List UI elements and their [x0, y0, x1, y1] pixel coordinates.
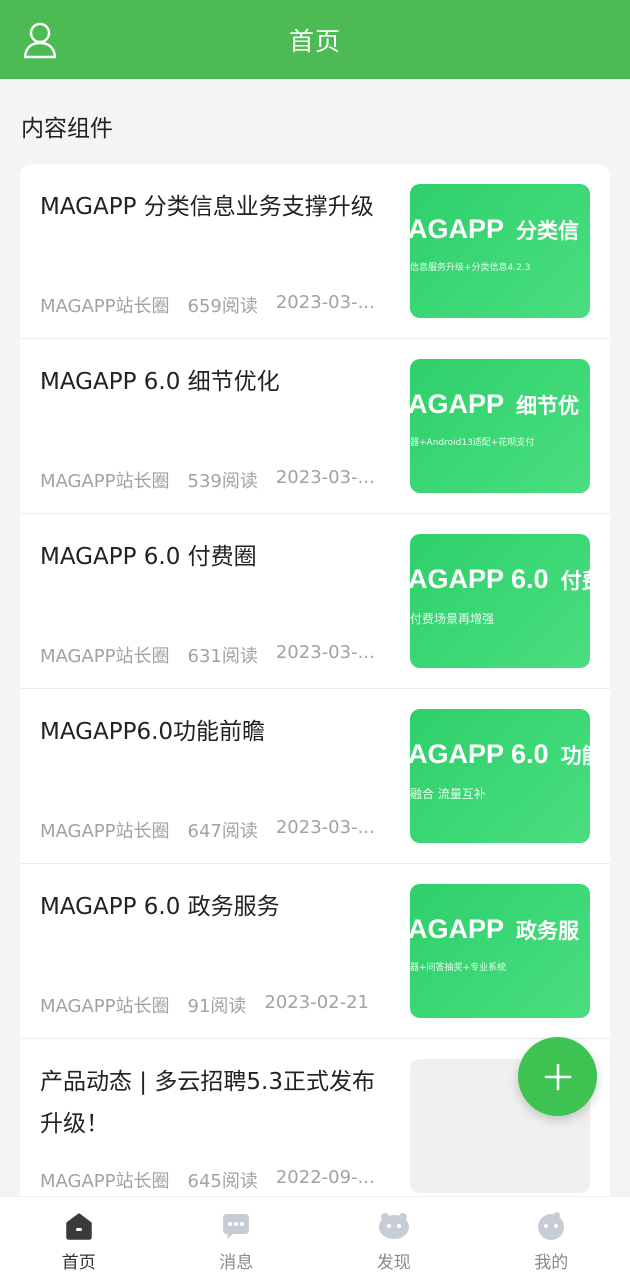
article-meta: MAGAPP站长圈 645阅读 2022-09-... [40, 1167, 390, 1193]
home-icon [66, 1213, 92, 1240]
article-thumbnail: AGAPP 细节优 器+Android13适配+花呗支付 [410, 359, 590, 493]
article-title: 产品动态 | 多云招聘5.3正式发布升级！ [40, 1069, 375, 1137]
thumb-headline-cn: 功能 [560, 745, 590, 768]
tab-messages[interactable]: 消息 [158, 1197, 316, 1280]
thumb-caption: 融合 流量互补 [410, 787, 486, 801]
article-date: 2023-02-21 [264, 992, 370, 1013]
thumb-headline: AGAPP 6.0 [410, 739, 549, 769]
discover-icon [378, 1213, 409, 1239]
thumb-headline-cn: 付费 [560, 570, 590, 593]
article-meta: MAGAPP站长圈 647阅读 2023-03-... [40, 817, 390, 843]
article-author: MAGAPP站长圈 [40, 1171, 170, 1192]
article-date: 2023-03-... [275, 467, 375, 488]
app-header: 首页 [0, 0, 630, 79]
thumb-headline: AGAPP [410, 389, 505, 419]
article-title: MAGAPP6.0功能前瞻 [40, 719, 266, 745]
article-date: 2023-03-... [275, 642, 375, 663]
article-meta: MAGAPP站长圈 539阅读 2023-03-... [40, 467, 390, 493]
thumb-headline: AGAPP [410, 914, 505, 944]
thumb-caption: 付费场景再增强 [410, 612, 495, 626]
thumb-headline-cn: 政务服 [516, 920, 580, 943]
article-reads: 659阅读 [187, 296, 258, 317]
article-author: MAGAPP站长圈 [40, 996, 170, 1017]
article-item[interactable]: MAGAPP 分类信息业务支撑升级 MAGAPP站长圈 659阅读 2023-0… [20, 164, 610, 339]
article-meta: MAGAPP站长圈 659阅读 2023-03-... [40, 292, 390, 318]
thumb-headline-cn: 细节优 [516, 395, 580, 418]
article-thumbnail: AGAPP 6.0 功能 融合 流量互补 [410, 709, 590, 843]
article-date: 2023-03-... [275, 817, 375, 838]
tab-profile[interactable]: 我的 [473, 1197, 630, 1280]
thumb-caption: 信息服务升级+分类信息4.2.3 [410, 263, 531, 273]
tab-label: 消息 [219, 1253, 254, 1273]
article-title: MAGAPP 6.0 细节优化 [40, 369, 280, 395]
article-author: MAGAPP站长圈 [40, 646, 170, 667]
article-reads: 631阅读 [187, 646, 258, 667]
tab-discover[interactable]: 发现 [315, 1197, 473, 1280]
article-title: MAGAPP 6.0 政务服务 [40, 894, 280, 920]
article-meta: MAGAPP站长圈 631阅读 2023-03-... [40, 642, 390, 668]
thumb-headline-cn: 分类信 [516, 220, 580, 243]
article-title: MAGAPP 分类信息业务支撑升级 [40, 194, 374, 220]
article-item[interactable]: MAGAPP 6.0 政务服务 MAGAPP站长圈 91阅读 2023-02-2… [20, 864, 610, 1039]
tab-label: 我的 [534, 1253, 569, 1273]
bottom-tab-bar: 首页 消息 发现 我的 [0, 1196, 630, 1280]
article-date: 2022-09-... [275, 1167, 375, 1188]
article-reads: 645阅读 [187, 1171, 258, 1192]
add-button[interactable] [518, 1037, 597, 1116]
thumb-caption: 器+问答抽奖+专业系统 [410, 963, 507, 973]
article-thumbnail: AGAPP 分类信 信息服务升级+分类信息4.2.3 [410, 184, 590, 318]
article-reads: 647阅读 [187, 821, 258, 842]
article-date: 2023-03-... [275, 292, 375, 313]
thumb-caption: 器+Android13适配+花呗支付 [410, 438, 535, 448]
tab-label: 首页 [61, 1253, 96, 1273]
plus-icon [544, 1063, 571, 1090]
user-icon[interactable] [18, 18, 62, 62]
thumb-headline: AGAPP 6.0 [410, 564, 549, 594]
tab-home[interactable]: 首页 [0, 1197, 158, 1280]
article-item[interactable]: MAGAPP6.0功能前瞻 MAGAPP站长圈 647阅读 2023-03-..… [20, 689, 610, 864]
article-item[interactable]: MAGAPP 6.0 细节优化 MAGAPP站长圈 539阅读 2023-03-… [20, 339, 610, 514]
article-thumbnail: AGAPP 政务服 器+问答抽奖+专业系统 [410, 884, 590, 1018]
article-reads: 91阅读 [187, 996, 247, 1017]
article-meta: MAGAPP站长圈 91阅读 2023-02-21 [40, 992, 390, 1018]
section-title: 内容组件 [21, 116, 113, 142]
page-title: 首页 [288, 26, 341, 56]
article-reads: 539阅读 [187, 471, 258, 492]
article-title: MAGAPP 6.0 付费圈 [40, 544, 257, 570]
thumb-headline: AGAPP [410, 214, 505, 244]
article-item[interactable]: MAGAPP 6.0 付费圈 MAGAPP站长圈 631阅读 2023-03-.… [20, 514, 610, 689]
article-list: MAGAPP 分类信息业务支撑升级 MAGAPP站长圈 659阅读 2023-0… [20, 164, 610, 1196]
article-thumbnail: AGAPP 6.0 付费 付费场景再增强 [410, 534, 590, 668]
tab-label: 发现 [376, 1253, 411, 1273]
message-icon [223, 1214, 250, 1239]
profile-icon [538, 1212, 565, 1240]
article-author: MAGAPP站长圈 [40, 471, 170, 492]
article-author: MAGAPP站长圈 [40, 821, 170, 842]
article-author: MAGAPP站长圈 [40, 296, 170, 317]
